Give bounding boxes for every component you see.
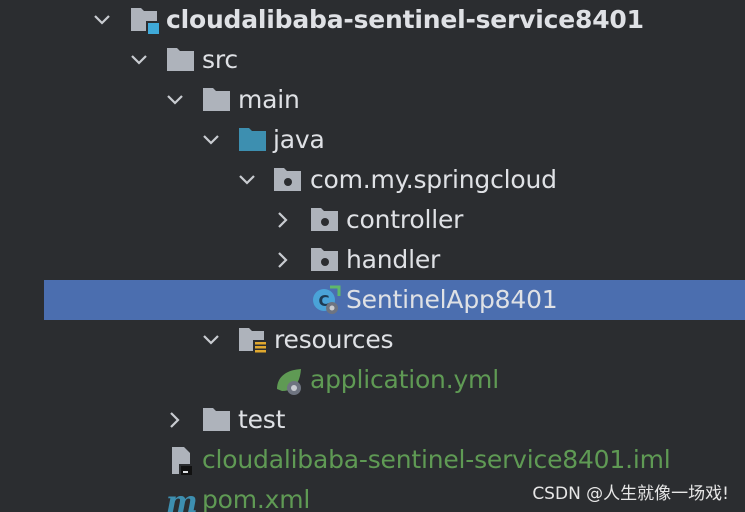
tree-item-resources-folder[interactable]: resources [0,320,745,360]
spring-boot-class-icon: C [310,285,341,315]
spring-config-icon [274,365,304,395]
tree-item-label: controller [346,205,464,234]
chevron-right-icon[interactable] [272,249,294,271]
folder-icon [166,45,196,75]
iml-file-icon [166,445,196,476]
folder-icon [202,405,232,435]
tree-item-label: cloudalibaba-sentinel-service8401 [166,5,644,34]
chevron-right-icon[interactable] [272,209,294,231]
tree-item-label: handler [346,245,441,274]
tree-item-folder[interactable]: main [0,80,745,120]
package-icon [273,165,303,195]
tree-item-module[interactable]: cloudalibaba-sentinel-service8401 [0,0,745,40]
tree-item-label: application.yml [310,365,499,394]
tree-item-label: SentinelApp8401 [346,285,558,314]
tree-item-folder[interactable]: test [0,400,745,440]
chevron-down-icon[interactable] [200,129,222,151]
resources-folder-icon [238,325,268,356]
module-folder-icon [130,5,160,35]
chevron-down-icon[interactable] [236,169,258,191]
tree-item-label: main [238,85,300,114]
package-icon [310,205,340,235]
tree-item-label: cloudalibaba-sentinel-service8401.iml [202,445,671,474]
watermark: CSDN @人生就像一场戏! [532,484,729,504]
tree-item-source-folder[interactable]: java [0,120,745,160]
maven-icon: m [164,484,198,512]
chevron-down-icon[interactable] [200,329,222,351]
tree-item-label: src [202,45,238,74]
tree-item-iml-file[interactable]: cloudalibaba-sentinel-service8401.iml [0,440,745,480]
tree-item-package[interactable]: com.my.springcloud [0,160,745,200]
tree-item-class-selected[interactable]: C SentinelApp8401 [44,280,745,320]
svg-text:m: m [166,485,198,512]
chevron-right-icon[interactable] [164,409,186,431]
package-icon [310,245,340,275]
chevron-down-icon[interactable] [91,9,113,31]
tree-item-label: test [238,405,286,434]
tree-item-label: com.my.springcloud [310,165,557,194]
project-tree-panel: cloudalibaba-sentinel-service8401 src ma… [0,0,745,512]
tree-item-label: resources [274,325,394,354]
source-folder-icon [238,125,268,155]
tree-item-config-file[interactable]: application.yml [0,360,745,400]
chevron-down-icon[interactable] [164,89,186,111]
chevron-down-icon[interactable] [128,49,150,71]
tree-item-package[interactable]: controller [0,200,745,240]
tree-item-folder[interactable]: src [0,40,745,80]
tree-item-label: java [273,125,325,154]
folder-icon [202,85,232,115]
tree-item-label: pom.xml [202,485,311,512]
tree-item-package[interactable]: handler [0,240,745,280]
